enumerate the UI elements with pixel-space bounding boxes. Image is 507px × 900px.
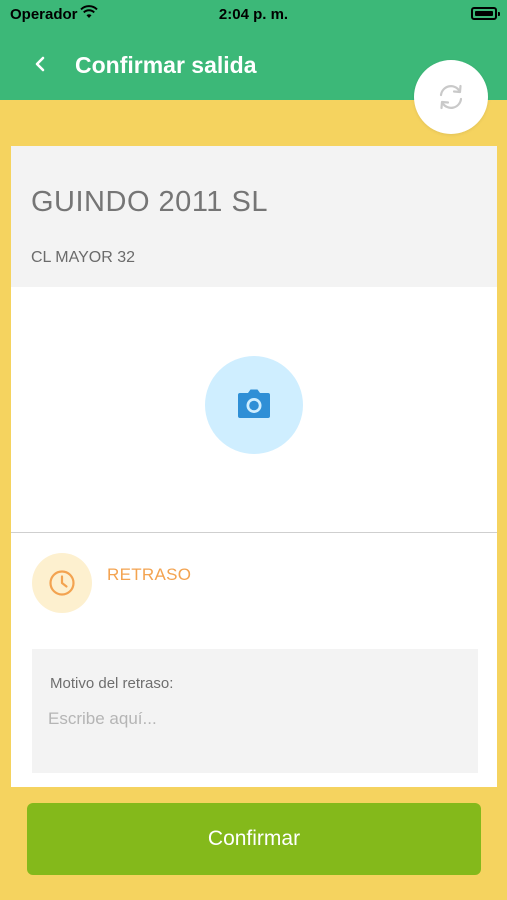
refresh-icon xyxy=(439,84,463,110)
company-name: GUINDO 2011 SL xyxy=(31,186,268,218)
clock-icon xyxy=(49,570,75,596)
page-title: Confirmar salida xyxy=(75,52,257,78)
delay-reason-label: Motivo del retraso: xyxy=(50,675,174,692)
camera-icon xyxy=(238,389,270,418)
status-time: 2:04 p. m. xyxy=(218,6,289,23)
delay-reason-input[interactable] xyxy=(48,705,458,733)
delay-icon-badge xyxy=(32,553,92,613)
status-bar: Operador 2:04 p. m. xyxy=(0,0,507,30)
confirm-button[interactable]: Confirmar xyxy=(27,803,481,875)
battery-icon xyxy=(471,7,500,20)
divider xyxy=(11,532,497,533)
company-address: CL MAYOR 32 xyxy=(31,249,136,266)
take-photo-button[interactable] xyxy=(205,356,303,454)
exit-card: GUINDO 2011 SL CL MAYOR 32 RETRASO Motiv… xyxy=(11,146,497,787)
delay-reason-box: Motivo del retraso: xyxy=(32,649,478,773)
refresh-button[interactable] xyxy=(414,60,488,134)
company-header: GUINDO 2011 SL CL MAYOR 32 xyxy=(11,146,497,287)
chevron-left-icon[interactable] xyxy=(28,52,52,76)
delay-label: RETRASO xyxy=(107,565,192,584)
